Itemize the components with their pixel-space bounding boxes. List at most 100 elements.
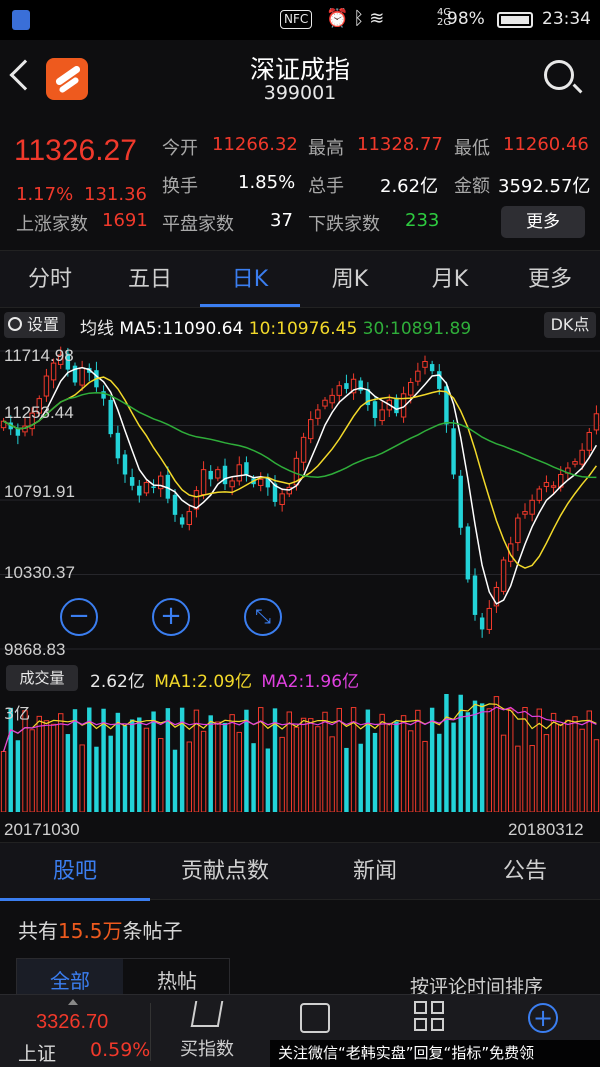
ma10-value: 10:10976.45 (248, 319, 358, 339)
y-tick-label: 10330.37 (4, 563, 75, 582)
volume-bar (279, 736, 285, 812)
sh-index-change[interactable]: 0.59% (90, 1039, 150, 1061)
volume-bar (415, 709, 421, 812)
candle-up (308, 419, 314, 440)
volume-bar (379, 713, 385, 812)
filter-all[interactable]: 全部 (17, 959, 123, 997)
volume-bar (172, 749, 178, 812)
tab-news[interactable]: 新闻 (300, 843, 450, 901)
y-tick-label: 11253.44 (4, 403, 74, 422)
volume-bar (165, 708, 171, 812)
candles (0, 346, 600, 638)
candle-up (486, 607, 493, 630)
zoom-in-button[interactable]: + (152, 598, 190, 636)
ma-legend-bar: 设置 均线 MA5:11090.64 10:10976.45 30:10891.… (0, 309, 600, 341)
edit-icon[interactable] (300, 1003, 330, 1033)
buy-index-button[interactable]: 买指数 (162, 1001, 252, 1061)
tab-five-day[interactable]: 五日 (100, 251, 200, 309)
volume-bar (408, 730, 414, 812)
volume-bar (151, 711, 156, 812)
volume-bar (593, 739, 600, 812)
volume-bar (58, 713, 64, 812)
volume-indicator-button[interactable]: 成交量 (6, 665, 78, 691)
ma-line-ma10 (3, 376, 598, 569)
candle-down (344, 383, 349, 389)
ma-values: 均线 MA5:11090.64 10:10976.45 30:10891.89 (80, 314, 471, 339)
header: 深证成指 399001 (0, 40, 600, 120)
tab-contribution[interactable]: 贡献点数 (150, 843, 300, 901)
search-icon[interactable] (544, 60, 574, 90)
candle-down (222, 465, 228, 485)
candle-down (437, 371, 442, 389)
gear-icon (8, 317, 22, 331)
candle-up (215, 469, 221, 479)
tab-forum[interactable]: 股吧 (0, 843, 150, 901)
volume-bar (236, 731, 242, 812)
volume-bar (451, 722, 456, 812)
volume-bar (579, 728, 585, 812)
sh-index-name[interactable]: 上证 (18, 1039, 56, 1066)
low-label: 最低 (454, 138, 490, 159)
post-count-prefix: 共有 (18, 919, 58, 943)
volume-bar (529, 745, 535, 812)
ma-line-ma5 (3, 366, 598, 605)
dk-point-button[interactable]: DK点 (544, 312, 596, 338)
battery-percent: 98% (447, 9, 485, 29)
tab-daily-k[interactable]: 日K (200, 251, 300, 309)
more-button[interactable]: 更多 (501, 206, 585, 238)
tab-monthly-k[interactable]: 月K (400, 251, 500, 309)
page-title: 深证成指 (249, 55, 350, 84)
volume-bar (500, 734, 507, 812)
volume-bar (329, 736, 335, 812)
volume-bar (394, 721, 399, 812)
turnover-label: 换手 (162, 176, 198, 197)
candle-up (379, 409, 385, 422)
down-count-label: 下跌家数 (308, 214, 380, 235)
volume-bar (72, 709, 78, 812)
change-value: 131.36 (84, 184, 147, 205)
volume-bar (372, 732, 378, 812)
candle-up (315, 409, 321, 419)
volume-bar (522, 707, 528, 812)
candle-up (329, 394, 335, 404)
vol-ma2-value: MA2:1.96亿 (261, 672, 360, 692)
tab-intraday[interactable]: 分时 (0, 251, 100, 309)
candle-up (536, 488, 542, 501)
expand-icon: ⤡ (255, 604, 271, 628)
settings-button[interactable]: 设置 (4, 312, 66, 338)
tab-weekly-k[interactable]: 周K (300, 251, 400, 309)
filter-hot[interactable]: 热帖 (124, 959, 230, 997)
volume-bar (336, 707, 343, 812)
volume-bar (251, 743, 256, 812)
volume-bar (50, 723, 57, 812)
zoom-out-button[interactable]: − (60, 598, 98, 636)
candle-up (422, 360, 428, 368)
ma-lines (3, 366, 598, 605)
volume-bar (208, 715, 213, 812)
candle-up (258, 478, 264, 486)
clock: 23:34 (542, 9, 591, 29)
battery-icon (497, 12, 533, 28)
candle-up (415, 370, 421, 382)
volume-legend-bar: 成交量 2.62亿 MA1:2.09亿 MA2:1.96亿 (0, 662, 600, 694)
volume-bar (65, 734, 71, 812)
volume-bar (344, 747, 349, 812)
candle-up (408, 381, 414, 396)
high-value: 11328.77 (357, 134, 443, 155)
tab-more[interactable]: 更多 (500, 251, 600, 309)
chevron-up-icon[interactable] (68, 999, 78, 1005)
tab-announcements[interactable]: 公告 (450, 843, 600, 901)
down-count-value: 233 (405, 210, 440, 231)
change-percent: 1.17% (16, 184, 74, 205)
volume-bar (244, 709, 249, 812)
flat-count-label: 平盘家数 (162, 214, 234, 235)
grid-icon[interactable] (414, 1001, 446, 1033)
volume-bar (572, 716, 578, 812)
fullscreen-button[interactable]: ⤡ (244, 598, 282, 636)
high-label: 最高 (308, 138, 344, 159)
volume-chart[interactable] (0, 694, 600, 812)
volume-bar (322, 711, 328, 812)
volume-bar (479, 703, 485, 812)
add-icon[interactable]: + (528, 1003, 558, 1033)
sh-index-price[interactable]: 3326.70 (36, 1011, 108, 1034)
